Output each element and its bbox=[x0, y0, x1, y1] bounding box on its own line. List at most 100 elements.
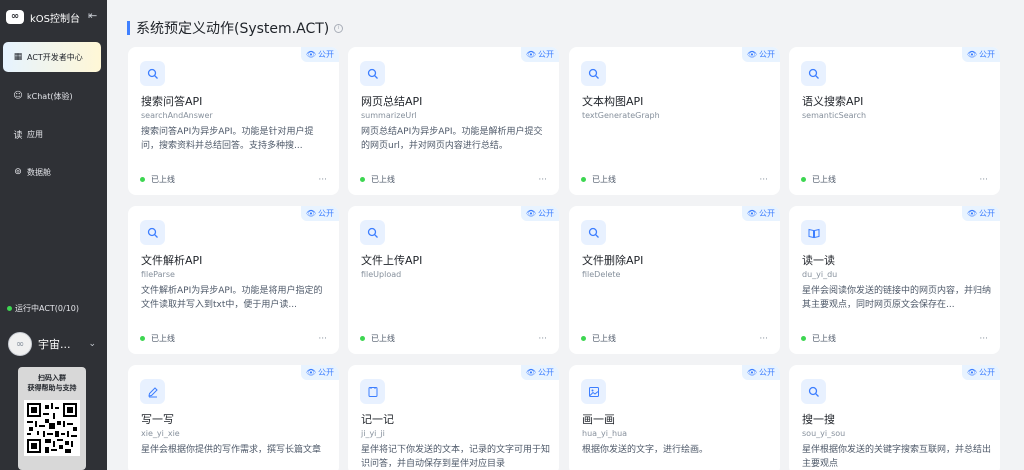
act-card-text-generate-graph[interactable]: 👁 公开 文本构图API textGenerateGraph 已上线 ··· bbox=[569, 47, 780, 195]
card-subtitle: sou_yi_sou bbox=[802, 429, 846, 438]
more-icon[interactable]: ··· bbox=[318, 175, 327, 185]
public-badge: 👁 公开 bbox=[961, 206, 1000, 221]
status-badge: 已上线 bbox=[360, 333, 395, 344]
online-status-dot bbox=[801, 177, 806, 182]
public-badge: 👁 公开 bbox=[300, 206, 339, 221]
public-badge: 👁 公开 bbox=[520, 206, 559, 221]
user-menu[interactable]: ∞ 宇宙... ⌄ bbox=[8, 331, 98, 357]
act-card-ji-yi-ji[interactable]: 👁 公开 记一记 ji_yi_ji 星伴将记下你发送的文本，记录的文字可用于知识问… bbox=[348, 365, 559, 470]
card-subtitle: fileUpload bbox=[361, 270, 402, 279]
online-status-dot bbox=[140, 177, 145, 182]
public-badge: 👁 公开 bbox=[300, 365, 339, 380]
eye-icon: 👁 bbox=[305, 209, 316, 218]
search-icon bbox=[360, 61, 385, 86]
card-description: 网页总结API为异步API。功能是解析用户提交的网页url，并对网页内容进行总结… bbox=[361, 127, 543, 151]
act-card-hua-yi-hua[interactable]: 👁 公开 画一画 hua_yi_hua 根据你发送的文字，进行绘画。 bbox=[569, 365, 780, 470]
user-name: 宇宙... bbox=[38, 338, 71, 351]
card-title: 画一画 bbox=[582, 413, 615, 426]
act-card-summarize-url[interactable]: 👁 公开 网页总结API summarizeUrl 网页总结API为异步API。功… bbox=[348, 47, 559, 195]
running-act-status[interactable]: 运行中ACT(0/10) bbox=[7, 303, 79, 314]
card-subtitle: ji_yi_ji bbox=[361, 429, 385, 438]
act-card-sou-yi-sou[interactable]: 👁 公开 搜一搜 sou_yi_sou 星伴根据你发送的关键字搜索互联网，并总结出… bbox=[789, 365, 1000, 470]
more-icon[interactable]: ··· bbox=[318, 334, 327, 344]
chat-icon: ☺ bbox=[13, 91, 23, 101]
public-badge: 👁 公开 bbox=[520, 47, 559, 62]
collapse-menu-icon[interactable]: ⇤ bbox=[88, 10, 97, 21]
card-description: 星伴将记下你发送的文本，记录的文字可用于知识问答，并自动保存到星伴对应目录 bbox=[361, 445, 551, 469]
act-card-file-upload[interactable]: 👁 公开 文件上传API fileUpload 已上线 ··· bbox=[348, 206, 559, 354]
card-subtitle: fileParse bbox=[141, 270, 175, 279]
chevron-down-icon[interactable]: ⌄ bbox=[88, 339, 96, 349]
online-status-dot bbox=[581, 177, 586, 182]
more-icon[interactable]: ··· bbox=[759, 175, 768, 185]
app-icon: 读 bbox=[13, 130, 23, 141]
nav-item-label: kChat(体验) bbox=[27, 91, 73, 101]
public-badge: 👁 公开 bbox=[961, 47, 1000, 62]
more-icon[interactable]: ··· bbox=[979, 334, 988, 344]
avatar: ∞ bbox=[8, 332, 32, 356]
note-icon bbox=[360, 379, 385, 404]
running-act-label: 运行中ACT(0/10) bbox=[15, 304, 80, 313]
search-icon bbox=[581, 61, 606, 86]
public-badge: 👁 公开 bbox=[741, 47, 780, 62]
eye-icon: 👁 bbox=[746, 368, 757, 377]
nav-item-act-developer-center[interactable]: ▦ ACT开发者中心 bbox=[3, 42, 101, 72]
search-icon bbox=[140, 61, 165, 86]
image-icon bbox=[581, 379, 606, 404]
status-badge: 已上线 bbox=[581, 333, 616, 344]
more-icon[interactable]: ··· bbox=[538, 334, 547, 344]
nav-item-label: 应用 bbox=[27, 129, 43, 139]
brand[interactable]: ∞ kOS控制台 bbox=[6, 8, 80, 26]
search-icon bbox=[801, 379, 826, 404]
card-subtitle: fileDelete bbox=[582, 270, 621, 279]
qr-title: 扫码入群 bbox=[38, 374, 66, 382]
nav-item-data-cabin[interactable]: ⊚ 数据舱 bbox=[3, 157, 101, 187]
search-icon bbox=[140, 220, 165, 245]
act-card-du-yi-du[interactable]: 👁 公开 读一读 du_yi_du 星伴会阅读你发送的链接中的网页内容，并归纳其主… bbox=[789, 206, 1000, 354]
qr-help-card: 扫码入群 获得帮助与支持 bbox=[18, 367, 86, 470]
brand-logo-icon: ∞ bbox=[6, 10, 24, 24]
online-status-dot bbox=[581, 336, 586, 341]
more-icon[interactable]: ··· bbox=[538, 175, 547, 185]
act-card-file-parse[interactable]: 👁 公开 文件解析API fileParse 文件解析API为异步API。功能是将… bbox=[128, 206, 339, 354]
act-card-xie-yi-xie[interactable]: 👁 公开 写一写 xie_yi_xie 星伴会根据你提供的写作需求，撰写长篇文章 bbox=[128, 365, 339, 470]
card-title: 语义搜索API bbox=[802, 95, 864, 108]
online-status-dot bbox=[801, 336, 806, 341]
public-badge: 👁 公开 bbox=[961, 365, 1000, 380]
eye-icon: 👁 bbox=[966, 209, 977, 218]
card-description: 根据你发送的文字，进行绘画。 bbox=[582, 445, 709, 455]
card-title: 搜一搜 bbox=[802, 413, 835, 426]
nav-item-label: 数据舱 bbox=[27, 167, 51, 177]
search-icon bbox=[801, 61, 826, 86]
online-status-dot bbox=[140, 336, 145, 341]
sidebar: ∞ kOS控制台 ⇤ ▦ ACT开发者中心 ☺ kChat(体验) 读 应用 ⊚… bbox=[0, 0, 107, 470]
nav-item-apps[interactable]: 读 应用 bbox=[3, 119, 101, 149]
eye-icon: 👁 bbox=[305, 368, 316, 377]
book-icon bbox=[801, 220, 826, 245]
act-card-search-and-answer[interactable]: 👁 公开 搜索问答API searchAndAnswer 搜索问答API为异步AP… bbox=[128, 47, 339, 195]
card-description: 星伴会阅读你发送的链接中的网页内容，并归纳其主要观点，同时网页原文会保存在... bbox=[802, 286, 992, 310]
more-icon[interactable]: ··· bbox=[759, 334, 768, 344]
card-title: 文本构图API bbox=[582, 95, 644, 108]
act-card-file-delete[interactable]: 👁 公开 文件删除API fileDelete 已上线 ··· bbox=[569, 206, 780, 354]
nav-item-kchat[interactable]: ☺ kChat(体验) bbox=[3, 81, 101, 111]
card-subtitle: textGenerateGraph bbox=[582, 111, 660, 120]
status-badge: 已上线 bbox=[140, 333, 175, 344]
card-description: 文件解析API为异步API。功能是将用户指定的文件读取并写入到txt中，便于用户… bbox=[141, 286, 323, 310]
page-title: 系统预定义动作(System.ACT) bbox=[136, 21, 330, 37]
public-badge: 👁 公开 bbox=[300, 47, 339, 62]
database-icon: ⊚ bbox=[14, 167, 22, 177]
info-icon[interactable]: i bbox=[334, 23, 344, 33]
status-badge: 已上线 bbox=[801, 174, 836, 185]
eye-icon: 👁 bbox=[746, 209, 757, 218]
eye-icon: 👁 bbox=[525, 50, 536, 59]
act-card-semantic-search[interactable]: 👁 公开 语义搜索API semanticSearch 已上线 ··· bbox=[789, 47, 1000, 195]
card-description: 搜索问答API为异步API。功能是针对用户提问，搜索资料并总结回答。支持多种搜.… bbox=[141, 127, 314, 151]
status-badge: 已上线 bbox=[801, 333, 836, 344]
eye-icon: 👁 bbox=[746, 50, 757, 59]
card-subtitle: semanticSearch bbox=[802, 111, 867, 120]
public-badge: 👁 公开 bbox=[520, 365, 559, 380]
status-badge: 已上线 bbox=[140, 174, 175, 185]
more-icon[interactable]: ··· bbox=[979, 175, 988, 185]
card-title: 读一读 bbox=[802, 254, 835, 267]
